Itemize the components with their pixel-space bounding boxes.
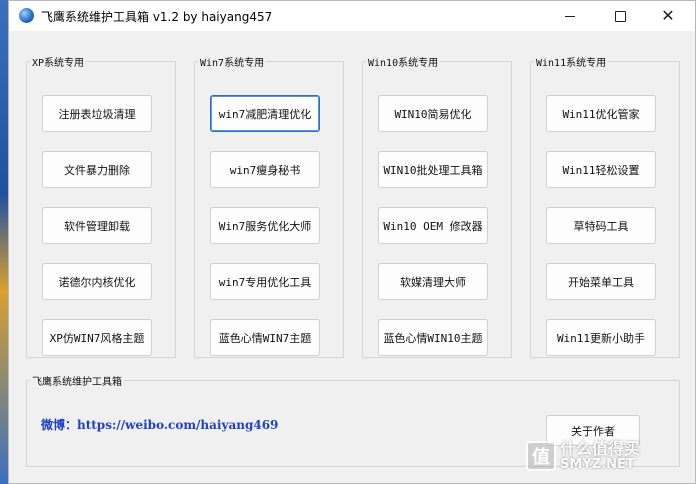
btn-start-menu-tool[interactable]: 开始菜单工具 — [546, 263, 656, 300]
watermark-site: SMYZ.NET — [560, 456, 635, 472]
btn-win10-blue-theme[interactable]: 蓝色心情WIN10主题 — [378, 319, 488, 356]
btn-win7-slim-clean[interactable]: win7减肥清理优化 — [210, 95, 320, 132]
btn-win7-optimize-tool[interactable]: win7专用优化工具 — [210, 263, 320, 300]
group-xp: XP系统专用 注册表垃圾清理 文件暴力删除 软件管理卸载 诺德尔内核优化 XP仿… — [26, 54, 176, 358]
group-win7: Win7系统专用 win7减肥清理优化 win7瘦身秘书 Win7服务优化大师 … — [194, 54, 344, 358]
close-button[interactable]: ✕ — [645, 1, 691, 31]
btn-win10-simple-optimize[interactable]: WIN10简易优化 — [378, 95, 488, 132]
maximize-button[interactable] — [597, 1, 643, 31]
btn-win7-service-optimizer[interactable]: Win7服务优化大师 — [210, 207, 320, 244]
watermark-text: 什么值得买 — [560, 439, 641, 458]
btn-kernel-optimize[interactable]: 诺德尔内核优化 — [42, 263, 152, 300]
btn-win10-oem-editor[interactable]: Win10 OEM 修改器 — [378, 207, 488, 244]
watermark-logo-icon: 值 — [526, 440, 556, 471]
group-xp-title: XP系统专用 — [32, 58, 85, 69]
watermark: 值 什么值得买 SMYZ.NET — [526, 440, 640, 472]
group-win11-title: Win11系统专用 — [536, 58, 607, 69]
group-win10: Win10系统专用 WIN10简易优化 WIN10批处理工具箱 Win10 OE… — [362, 54, 512, 358]
btn-force-delete[interactable]: 文件暴力删除 — [42, 151, 152, 188]
group-win7-title: Win7系统专用 — [200, 58, 265, 69]
btn-ruanmei-cleaner[interactable]: 软媒清理大师 — [378, 263, 488, 300]
btn-win11-easy-settings[interactable]: Win11轻松设置 — [546, 151, 656, 188]
btn-software-uninstall[interactable]: 软件管理卸载 — [42, 207, 152, 244]
btn-win7-slim-secretary[interactable]: win7瘦身秘书 — [210, 151, 320, 188]
btn-win11-update-helper[interactable]: Win11更新小助手 — [546, 319, 656, 356]
app-window: 飞鹰系统维护工具箱 v1.2 by haiyang457 ✕ XP系统专用 注册… — [8, 0, 696, 484]
title-bar: 飞鹰系统维护工具箱 v1.2 by haiyang457 ✕ — [9, 1, 695, 31]
btn-xp-win7-theme[interactable]: XP仿WIN7风格主题 — [42, 319, 152, 356]
btn-grass-code-tool[interactable]: 草特码工具 — [546, 207, 656, 244]
group-win11: Win11系统专用 Win11优化管家 Win11轻松设置 草特码工具 开始菜单… — [530, 54, 680, 358]
app-icon — [19, 8, 34, 23]
btn-win7-blue-theme[interactable]: 蓝色心情WIN7主题 — [210, 319, 320, 356]
btn-win10-batch-toolbox[interactable]: WIN10批处理工具箱 — [378, 151, 488, 188]
btn-win11-optimizer[interactable]: Win11优化管家 — [546, 95, 656, 132]
minimize-button[interactable] — [547, 1, 593, 31]
footer-title: 飞鹰系统维护工具箱 — [32, 377, 122, 388]
group-win10-title: Win10系统专用 — [368, 58, 439, 69]
maximize-icon — [614, 10, 626, 22]
window-title: 飞鹰系统维护工具箱 v1.2 by haiyang457 — [41, 10, 273, 24]
close-icon: ✕ — [661, 6, 675, 25]
btn-registry-cleanup[interactable]: 注册表垃圾清理 — [42, 95, 152, 132]
weibo-link[interactable]: 微博：https://weibo.com/haiyang469 — [41, 416, 278, 433]
minimize-icon — [565, 15, 575, 17]
